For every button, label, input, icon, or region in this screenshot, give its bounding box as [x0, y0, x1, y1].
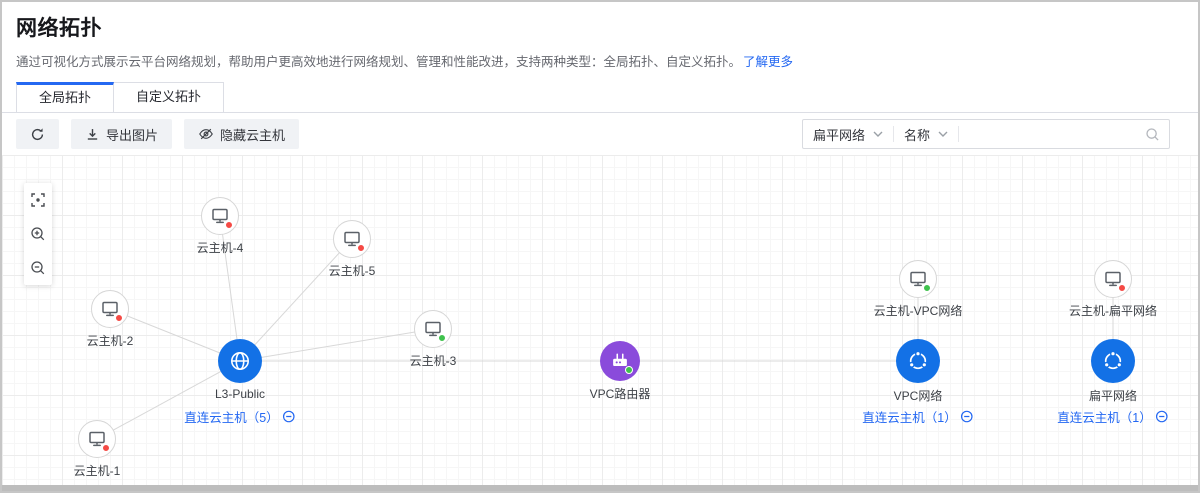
minus-circle-icon	[1156, 410, 1169, 423]
status-dot-ok	[923, 284, 931, 292]
status-dot-error	[225, 221, 233, 229]
globe-icon	[228, 349, 252, 373]
hide-hosts-button[interactable]: 隐藏云主机	[184, 119, 299, 149]
search-icon	[1145, 127, 1160, 142]
node-label: 云主机-VPC网络	[874, 302, 963, 319]
page-description: 通过可视化方式展示云平台网络规划，帮助用户更高效地进行网络规划、管理和性能改进，…	[16, 51, 1182, 70]
node-label: 云主机-5	[329, 262, 376, 279]
network-type-select[interactable]: 扁平网络	[803, 125, 893, 144]
page-description-text: 通过可视化方式展示云平台网络规划，帮助用户更高效地进行网络规划、管理和性能改进，…	[16, 55, 741, 69]
tab-global-topology[interactable]: 全局拓扑	[16, 82, 114, 112]
search-input[interactable]	[959, 121, 1145, 147]
network-icon	[1101, 349, 1125, 373]
search-field-value: 名称	[904, 125, 930, 144]
node-label: VPC网络	[894, 387, 943, 404]
node-circle[interactable]	[91, 290, 129, 328]
topology-edges	[2, 155, 1198, 486]
node-label: 云主机-4	[197, 239, 244, 256]
status-dot-ok	[625, 366, 633, 374]
node-circle[interactable]	[896, 339, 940, 383]
topology-edge	[240, 329, 433, 361]
node-label: 云主机-2	[87, 332, 134, 349]
page-header: 网络拓扑 通过可视化方式展示云平台网络规划，帮助用户更高效地进行网络规划、管理和…	[2, 2, 1198, 70]
fit-view-icon	[30, 192, 46, 208]
download-icon	[85, 127, 100, 142]
search-field-select[interactable]: 名称	[894, 125, 958, 144]
topology-edge	[240, 239, 352, 361]
fit-view-button[interactable]	[29, 191, 47, 209]
zoom-out-icon	[30, 260, 46, 276]
filter-bar: 扁平网络 名称	[802, 119, 1170, 149]
refresh-icon	[30, 127, 45, 142]
tab-bar: 全局拓扑 自定义拓扑	[2, 82, 1198, 113]
collapse-hosts-link[interactable]: 直连云主机（1）	[862, 407, 973, 426]
node-label: 云主机-1	[74, 462, 121, 479]
status-dot-error	[115, 314, 123, 322]
export-image-label: 导出图片	[106, 125, 158, 144]
page-title: 网络拓扑	[16, 12, 1182, 42]
topology-canvas[interactable]: 云主机-4 云主机-5 云主机-2 云主机-3 云主机-1 L3-Public 直连云主机（…	[2, 155, 1198, 486]
node-label: 扁平网络	[1089, 387, 1137, 404]
node-circle[interactable]	[78, 420, 116, 458]
hide-hosts-label: 隐藏云主机	[220, 125, 285, 144]
status-dot-error	[357, 244, 365, 252]
status-dot-ok	[438, 334, 446, 342]
node-label: 云主机-3	[410, 352, 457, 369]
node-circle[interactable]	[414, 310, 452, 348]
collapse-hosts-label: 直连云主机（5）	[184, 407, 278, 426]
network-type-value: 扁平网络	[813, 125, 865, 144]
node-circle[interactable]	[1094, 260, 1132, 298]
scrollbar-thumb[interactable]	[2, 485, 1198, 491]
collapse-hosts-link[interactable]: 直连云主机（5）	[184, 407, 295, 426]
minus-circle-icon	[283, 410, 296, 423]
tab-custom-topology[interactable]: 自定义拓扑	[114, 82, 224, 112]
zoom-out-button[interactable]	[29, 259, 47, 277]
zoom-in-button[interactable]	[29, 225, 47, 243]
refresh-button[interactable]	[16, 119, 59, 149]
network-icon	[906, 349, 930, 373]
horizontal-scrollbar[interactable]	[2, 485, 1198, 491]
node-label: L3-Public	[215, 387, 265, 401]
status-dot-error	[1118, 284, 1126, 292]
minus-circle-icon	[961, 410, 974, 423]
chevron-down-icon	[873, 131, 883, 138]
status-dot-error	[102, 444, 110, 452]
node-label: 云主机-扁平网络	[1069, 302, 1157, 319]
node-circle[interactable]	[201, 197, 239, 235]
node-circle[interactable]	[899, 260, 937, 298]
collapse-hosts-link[interactable]: 直连云主机（1）	[1057, 407, 1168, 426]
collapse-hosts-label: 直连云主机（1）	[862, 407, 956, 426]
node-circle[interactable]	[600, 341, 640, 381]
export-image-button[interactable]: 导出图片	[71, 119, 172, 149]
network-topology-page: 网络拓扑 通过可视化方式展示云平台网络规划，帮助用户更高效地进行网络规划、管理和…	[0, 0, 1200, 493]
toolbar-left-group: 导出图片 隐藏云主机	[16, 119, 299, 149]
eye-off-icon	[198, 126, 214, 142]
learn-more-link[interactable]: 了解更多	[743, 55, 793, 69]
collapse-hosts-label: 直连云主机（1）	[1057, 407, 1151, 426]
node-label: VPC路由器	[590, 385, 651, 402]
node-circle[interactable]	[333, 220, 371, 258]
zoom-in-icon	[30, 226, 46, 242]
node-circle[interactable]	[218, 339, 262, 383]
toolbar: 导出图片 隐藏云主机 扁平网络 名称	[2, 113, 1198, 155]
chevron-down-icon	[938, 131, 948, 138]
canvas-zoom-panel	[24, 183, 52, 285]
node-circle[interactable]	[1091, 339, 1135, 383]
